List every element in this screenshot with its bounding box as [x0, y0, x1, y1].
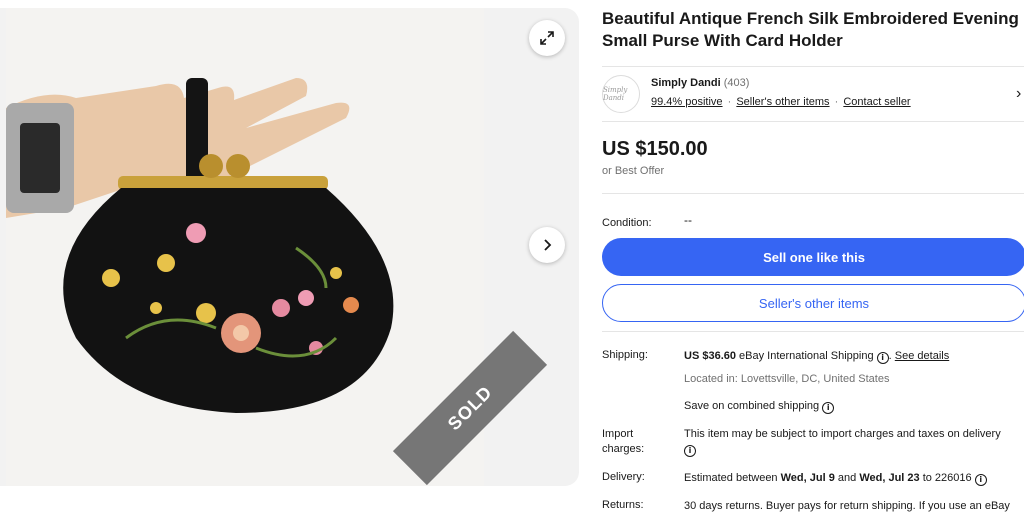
- expand-image-button[interactable]: [529, 20, 565, 56]
- shipping-value: US $36.60 eBay International Shipping i.…: [684, 350, 950, 364]
- seller-avatar[interactable]: Simply Dandi: [602, 75, 640, 113]
- import-charges-value: This item may be subject to import charg…: [684, 427, 1024, 457]
- expand-icon: [540, 31, 554, 45]
- item-location: Located in: Lovettsville, DC, United Sta…: [684, 373, 890, 385]
- price: US $150.00: [602, 138, 708, 160]
- returns-value: 30 days returns. Buyer pays for return s…: [684, 500, 1010, 512]
- image-gallery: SOLD: [0, 8, 579, 486]
- delivery-prefix: Estimated between: [684, 472, 778, 484]
- contact-seller-link[interactable]: Contact seller: [843, 96, 910, 108]
- delivery-label: Delivery:: [602, 471, 645, 483]
- info-icon[interactable]: i: [822, 402, 835, 414]
- shipping-cost: US $36.60: [684, 350, 736, 362]
- sellers-other-items-button[interactable]: Seller's other items: [602, 284, 1024, 322]
- next-image-button[interactable]: [529, 227, 565, 263]
- import-label-line2: charges:: [602, 443, 645, 455]
- listing-title: Beautiful Antique French Silk Embroidere…: [602, 9, 1019, 50]
- combined-shipping-text: Save on combined shipping: [684, 400, 820, 412]
- shipping-info: Shipping: US $36.60 eBay International S…: [602, 331, 1024, 512]
- see-details-link[interactable]: See details: [895, 350, 949, 362]
- import-charges-label: Import charges:: [602, 427, 644, 457]
- seller-other-items-link[interactable]: Seller's other items: [736, 96, 829, 108]
- import-charges-text: This item may be subject to import charg…: [684, 428, 1001, 440]
- separator: ·: [834, 96, 839, 108]
- import-label-line1: Import: [602, 428, 634, 440]
- delivery-and: and: [837, 472, 857, 484]
- combined-shipping: Save on combined shipping i: [684, 399, 1024, 414]
- info-icon[interactable]: i: [684, 445, 696, 457]
- delivery-value: Estimated between Wed, Jul 9 and Wed, Ju…: [684, 471, 1024, 486]
- separator: ·: [727, 96, 732, 108]
- best-offer-text: or Best Offer: [602, 165, 665, 177]
- seller-name-line: Simply Dandi (403): [651, 77, 749, 89]
- seller-links: 99.4% positive · Seller's other items · …: [651, 96, 911, 108]
- delivery-date-start: Wed, Jul 9: [780, 472, 835, 484]
- listing-details: Beautiful Antique French Silk Embroidere…: [602, 8, 1024, 512]
- seller-positive-link[interactable]: 99.4% positive: [651, 96, 723, 108]
- delivery-date-end: Wed, Jul 23: [859, 472, 920, 484]
- condition-value: --: [684, 213, 692, 227]
- purse-illustration: [6, 8, 484, 486]
- product-photo[interactable]: [6, 8, 484, 486]
- seller-feedback-count: (403): [723, 77, 750, 89]
- seller-card: Simply Dandi Simply Dandi (403) 99.4% po…: [602, 66, 1024, 122]
- returns-label: Returns:: [602, 499, 644, 511]
- condition-row: Condition: --: [602, 213, 1024, 229]
- info-icon[interactable]: i: [974, 474, 987, 486]
- shipping-label: Shipping:: [602, 349, 648, 361]
- chevron-right-icon: [544, 239, 552, 251]
- info-icon[interactable]: i: [876, 352, 889, 364]
- seller-chevron-icon[interactable]: ›: [1016, 85, 1021, 103]
- divider: [602, 193, 1024, 194]
- condition-label: Condition:: [602, 217, 652, 229]
- shipping-method: eBay International Shipping: [739, 350, 874, 362]
- sell-one-like-this-button[interactable]: Sell one like this: [602, 238, 1024, 276]
- seller-name[interactable]: Simply Dandi: [651, 77, 721, 89]
- delivery-zip: to 226016: [922, 472, 972, 484]
